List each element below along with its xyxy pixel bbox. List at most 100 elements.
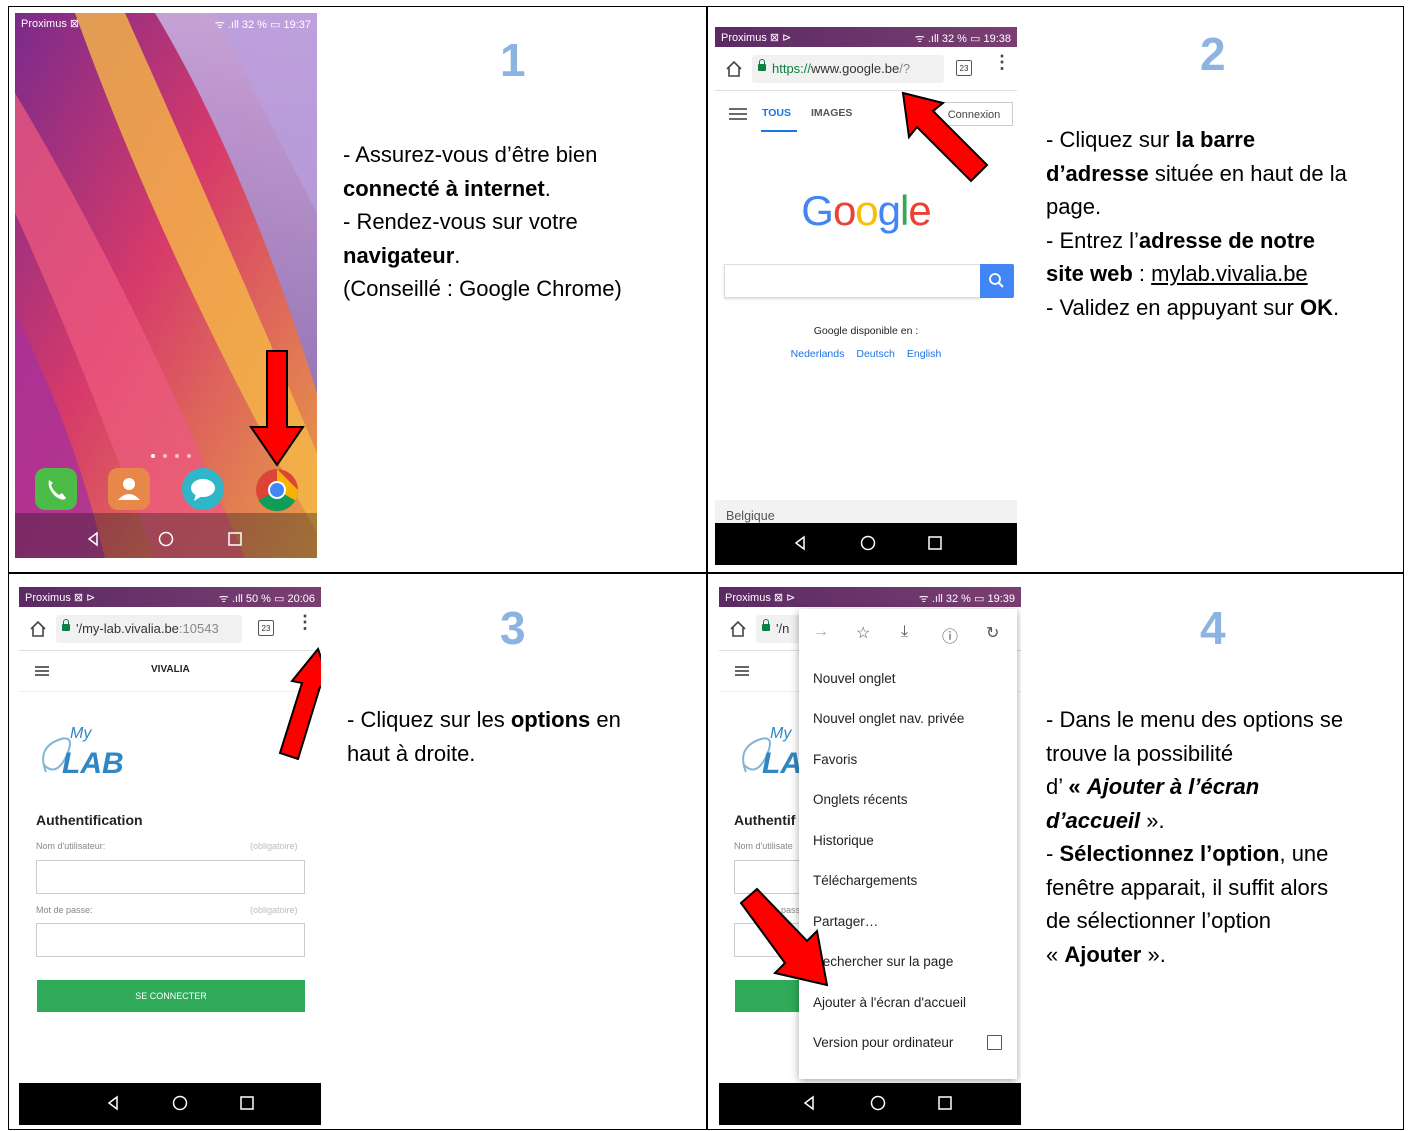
status-indicators: ᯤ .ıll 50 % ▭ 20:06	[218, 593, 315, 605]
carrier-label: Proximus ⊠ ⊳	[25, 592, 96, 604]
instruction-line: fenêtre apparait, il suffit alors	[1046, 874, 1329, 900]
reload-icon[interactable]: ↻	[986, 623, 999, 643]
menu-item[interactable]: Onglets récents	[813, 792, 908, 807]
red-arrow-diagonal-down	[739, 887, 829, 987]
star-icon[interactable]: ☆	[856, 623, 870, 643]
site-link[interactable]: mylab.vivalia.be	[1151, 261, 1308, 286]
password-label: Mot de passe:	[36, 905, 93, 915]
lang-link[interactable]: Nederlands	[791, 348, 845, 360]
chrome-options-menu: → ☆ ⤓ ⓘ ↻ Nouvel onglet Nouvel onglet na…	[799, 609, 1017, 1079]
hamburger-icon[interactable]	[35, 665, 49, 677]
hamburger-icon[interactable]	[729, 107, 747, 121]
address-bar[interactable]: https://www.google.be/?	[752, 55, 944, 83]
menu-item-add-to-home[interactable]: Ajouter à l'écran d'accueil	[813, 995, 966, 1010]
tab-all-underline	[761, 130, 797, 132]
instruction-line: .	[1332, 294, 1340, 320]
download-icon[interactable]: ⤓	[901, 623, 908, 641]
step-number: 3	[500, 602, 526, 654]
instruction-line: -	[1046, 841, 1060, 866]
url-host: '/my-lab.vivalia.be	[76, 621, 179, 636]
instruction-line: - Dans le menu des options se	[1046, 707, 1344, 732]
available-label: Google disponible en :	[813, 325, 919, 337]
instruction-line: de sélectionner l’option	[1046, 908, 1272, 933]
emphasis-text: site web	[1046, 261, 1133, 286]
tab-images[interactable]: IMAGES	[811, 107, 852, 119]
lock-icon	[758, 59, 766, 71]
username-input[interactable]	[36, 860, 305, 894]
menu-item[interactable]: Nouvel onglet	[813, 671, 896, 686]
status-bar: Proximus ⊠ ⊳ ᯤ .ıll 50 % ▭ 20:06	[19, 587, 321, 607]
emphasis-text: la barre	[1175, 127, 1256, 152]
instruction-line: .	[544, 175, 551, 201]
column-divider	[706, 7, 708, 1129]
forward-icon[interactable]: →	[813, 623, 829, 641]
step-number: 4	[1200, 602, 1226, 654]
row-divider	[9, 572, 1403, 574]
instruction-line: - Validez en appuyant sur	[1046, 294, 1300, 320]
emphasis-text: OK	[1299, 294, 1333, 320]
phone-screenshot-google: Proximus ⊠ ⊳ ᯤ .ıll 32 % ▭ 19:38 https:/…	[715, 27, 1017, 565]
nav-bar	[715, 523, 1017, 565]
instruction-line: , une	[1279, 841, 1329, 866]
address-bar[interactable]: '/my-lab.vivalia.be:10543	[56, 615, 242, 643]
instruction-table: Proximus ⊠ ᯤ .ıll 32 % ▭ 19:37 1 - Assur…	[8, 6, 1404, 1130]
hamburger-icon[interactable]	[735, 665, 749, 677]
emphasis-text: adresse de notre	[1138, 227, 1315, 253]
connect-button[interactable]: SE CONNECTER	[37, 980, 305, 1012]
emphasis-text: Ajouter à l’écran	[1086, 774, 1260, 799]
nav-bar	[19, 1083, 321, 1125]
menu-icon[interactable]: ⋮	[296, 613, 314, 631]
instruction-line: - Cliquez sur	[1046, 127, 1176, 152]
required-hint: (obligatoire)	[250, 841, 298, 851]
chrome-app-icon[interactable]	[255, 468, 299, 512]
search-button[interactable]	[980, 264, 1014, 298]
status-bar: Proximus ⊠ ⊳ ᯤ .ıll 32 % ▭ 19:39	[719, 587, 1021, 607]
instruction-line: :	[1132, 261, 1152, 286]
menu-icon[interactable]: ⋮	[993, 53, 1011, 71]
menu-item[interactable]: Version pour ordinateur	[813, 1035, 953, 1050]
emphasis-text: options	[510, 707, 591, 732]
lang-link[interactable]: Deutsch	[856, 348, 895, 360]
status-bar: Proximus ⊠ ᯤ .ıll 32 % ▭ 19:37	[15, 13, 317, 33]
emphasis-text: connecté à internet	[343, 175, 545, 201]
contacts-app-icon[interactable]	[108, 468, 150, 510]
menu-item[interactable]: Nouvel onglet nav. privée	[813, 711, 964, 726]
phone-app-icon[interactable]	[35, 468, 77, 510]
step-4-instructions: - Dans le menu des options se trouve la …	[1046, 703, 1401, 971]
username-label: Nom d'utilisate	[734, 841, 793, 851]
tab-all[interactable]: TOUS	[762, 107, 791, 119]
required-hint: (obligatoire)	[250, 905, 298, 915]
phone-screenshot-login: Proximus ⊠ ⊳ ᯤ .ıll 50 % ▭ 20:06 '/my-la…	[19, 587, 321, 1125]
home-icon[interactable]	[724, 59, 744, 79]
home-icon[interactable]	[728, 619, 748, 639]
status-indicators: ᯤ .ıll 32 % ▭ 19:39	[918, 593, 1015, 605]
google-search-input[interactable]	[724, 264, 982, 298]
tab-counter[interactable]: 23	[258, 620, 274, 636]
logo-my: My	[70, 725, 92, 742]
url-host: www.google.be	[811, 61, 900, 76]
site-title: VIVALIA	[151, 664, 190, 675]
instruction-line: ».	[1141, 941, 1166, 967]
home-icon[interactable]	[28, 619, 48, 639]
carrier-label: Proximus ⊠ ⊳	[721, 32, 792, 44]
desktop-checkbox[interactable]	[987, 1035, 1002, 1050]
carrier-label: Proximus ⊠ ⊳	[725, 592, 796, 604]
info-icon[interactable]: ⓘ	[942, 623, 958, 647]
tab-counter[interactable]: 23	[956, 60, 972, 76]
mylab-logo: My LAB	[36, 725, 146, 787]
instruction-line: - Entrez l’	[1046, 227, 1139, 253]
messages-app-icon[interactable]	[182, 468, 224, 510]
instruction-line: haut à droite.	[347, 740, 476, 766]
lang-link[interactable]: English	[907, 348, 941, 360]
url-port: :10543	[178, 621, 219, 636]
emphasis-text: d’accueil	[1046, 807, 1141, 833]
instruction-line: - Assurez-vous d’être bien	[343, 142, 598, 167]
password-input[interactable]	[36, 923, 305, 957]
emphasis-text: Sélectionnez l’option	[1059, 841, 1280, 866]
address-bar-row: https://www.google.be/? 23 ⋮	[715, 47, 1017, 91]
url-host: '/n	[776, 621, 790, 636]
instruction-line: .	[454, 242, 461, 268]
menu-item[interactable]: Historique	[813, 833, 874, 848]
auth-title: Authentification	[36, 812, 143, 828]
menu-item[interactable]: Favoris	[813, 752, 857, 767]
